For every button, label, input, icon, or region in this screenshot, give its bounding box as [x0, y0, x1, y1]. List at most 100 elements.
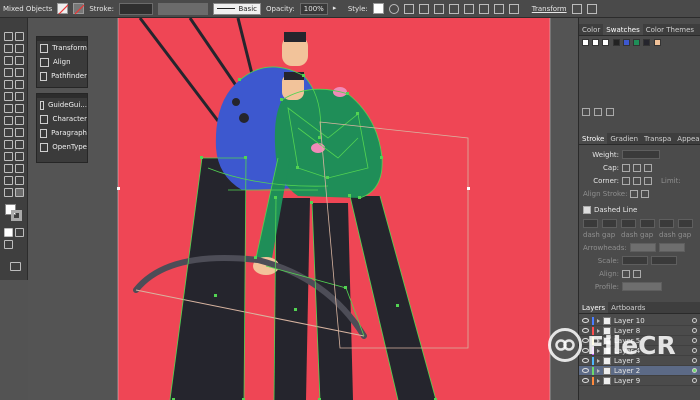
swatch-white[interactable]: [602, 39, 610, 46]
arrow-align-place-icon[interactable]: [633, 269, 641, 278]
hand-tool-icon[interactable]: [4, 188, 13, 197]
fill-stroke-icon[interactable]: [5, 204, 23, 222]
zoom-tool-icon[interactable]: [15, 188, 24, 197]
expand-arrow-icon[interactable]: [597, 328, 600, 333]
square-cap-icon[interactable]: [644, 163, 652, 172]
arrow-end-select[interactable]: [658, 243, 685, 252]
eraser-tool-icon[interactable]: [15, 92, 24, 101]
dash-field[interactable]: [583, 219, 598, 228]
visibility-eye-icon[interactable]: [582, 328, 589, 333]
panel-item-opentype[interactable]: OpenType: [37, 140, 87, 154]
bevel-join-icon[interactable]: [644, 176, 652, 185]
layer-row[interactable]: Layer 10: [579, 316, 700, 326]
panel-item-align[interactable]: Align: [37, 55, 87, 69]
layer-row[interactable]: Layer 9: [579, 376, 700, 386]
layer-target-icon[interactable]: [692, 318, 697, 323]
align-middle-icon[interactable]: [463, 3, 474, 14]
expand-arrow-icon[interactable]: [597, 338, 600, 343]
align-top-icon[interactable]: [448, 3, 459, 14]
swatch-library-icon[interactable]: [582, 108, 590, 116]
layer-row[interactable]: Layer 4: [579, 346, 700, 356]
stroke-weight-field[interactable]: [119, 2, 154, 15]
tab-swatches[interactable]: Swatches: [603, 24, 643, 35]
stroke-swatch[interactable]: [73, 3, 85, 15]
visibility-eye-icon[interactable]: [582, 318, 589, 323]
screen-mode-icon[interactable]: [10, 262, 21, 271]
dash-field[interactable]: [621, 219, 636, 228]
expand-arrow-icon[interactable]: [597, 348, 600, 353]
magic-wand-tool-icon[interactable]: [4, 44, 13, 53]
eyedropper-tool-icon[interactable]: [4, 152, 13, 161]
layer-target-icon[interactable]: [692, 338, 697, 343]
layer-target-icon[interactable]: [692, 348, 697, 353]
gap-field[interactable]: [678, 219, 693, 228]
profile-select[interactable]: [622, 282, 662, 291]
mesh-tool-icon[interactable]: [4, 140, 13, 149]
width-tool-icon[interactable]: [4, 116, 13, 125]
gradient-tool-icon[interactable]: [15, 140, 24, 149]
weight-field[interactable]: [622, 150, 660, 159]
paintbrush-tool-icon[interactable]: [15, 80, 24, 89]
swatch-dark[interactable]: [643, 39, 651, 46]
align-right-icon[interactable]: [433, 3, 444, 14]
graphic-style-swatch[interactable]: [372, 3, 384, 14]
swatch-registration[interactable]: [592, 39, 600, 46]
align-stroke-center-icon[interactable]: [630, 189, 639, 198]
pencil-tool-icon[interactable]: [4, 92, 13, 101]
selection-tool-icon[interactable]: [4, 32, 13, 41]
scale-start-field[interactable]: [622, 256, 648, 265]
layer-target-icon[interactable]: [692, 358, 697, 363]
distribute-icon[interactable]: [493, 3, 504, 14]
color-mode-icon[interactable]: [4, 228, 13, 237]
visibility-eye-icon[interactable]: [582, 348, 589, 353]
type-tool-icon[interactable]: [4, 68, 13, 77]
dash-field[interactable]: [659, 219, 674, 228]
tab-artboards[interactable]: Artboards: [608, 302, 648, 313]
menu-icon[interactable]: [586, 3, 597, 14]
layer-row[interactable]: Layer 8: [579, 326, 700, 336]
panel-item-pathfinder[interactable]: Pathfinder: [37, 69, 87, 83]
layer-row[interactable]: Layer 3: [579, 356, 700, 366]
swatch-teal[interactable]: [633, 39, 641, 46]
swatch-black[interactable]: [612, 39, 620, 46]
swatch-none[interactable]: [582, 39, 589, 46]
panel-item-character[interactable]: Character: [37, 112, 87, 126]
round-join-icon[interactable]: [633, 176, 641, 185]
column-graph-tool-icon[interactable]: [15, 164, 24, 173]
artboard-tool-icon[interactable]: [4, 176, 13, 185]
butt-cap-icon[interactable]: [622, 163, 630, 172]
tab-gradient[interactable]: Gradien: [607, 133, 641, 144]
slice-tool-icon[interactable]: [15, 176, 24, 185]
visibility-eye-icon[interactable]: [582, 338, 589, 343]
gradient-mode-icon[interactable]: [15, 228, 24, 237]
scale-end-field[interactable]: [651, 256, 677, 265]
rectangle-tool-icon[interactable]: [4, 80, 13, 89]
align-bottom-icon[interactable]: [478, 3, 489, 14]
panel-item-paragraph[interactable]: Paragraph: [37, 126, 87, 140]
visibility-eye-icon[interactable]: [582, 358, 589, 363]
swatch-blue[interactable]: [622, 39, 630, 46]
align-stroke-inside-icon[interactable]: [641, 189, 650, 198]
align-center-icon[interactable]: [418, 3, 429, 14]
opacity-arrow-icon[interactable]: ▸: [333, 4, 343, 14]
tab-color-themes[interactable]: Color Themes: [643, 24, 697, 35]
new-swatch-icon[interactable]: [594, 108, 602, 116]
arrow-start-select[interactable]: [629, 243, 656, 252]
arrow-align-extend-icon[interactable]: [622, 269, 630, 278]
visibility-eye-icon[interactable]: [582, 378, 589, 383]
layer-row-selected[interactable]: Layer 2: [579, 366, 700, 376]
scale-tool-icon[interactable]: [15, 104, 24, 113]
tab-color[interactable]: Color: [579, 24, 603, 35]
fill-swatch[interactable]: [57, 3, 69, 15]
layer-target-icon[interactable]: [692, 378, 697, 383]
draw-mode-icon[interactable]: [4, 240, 13, 249]
isolate-icon[interactable]: [571, 3, 582, 14]
shape-builder-tool-icon[interactable]: [4, 128, 13, 137]
distribute-spacing-icon[interactable]: [508, 3, 519, 14]
delete-swatch-icon[interactable]: [606, 108, 614, 116]
dashed-line-checkbox[interactable]: [583, 205, 591, 214]
gap-field[interactable]: [602, 219, 617, 228]
curvature-tool-icon[interactable]: [15, 56, 24, 65]
panel-item-transform[interactable]: Transform: [37, 41, 87, 55]
canvas[interactable]: [28, 18, 578, 400]
